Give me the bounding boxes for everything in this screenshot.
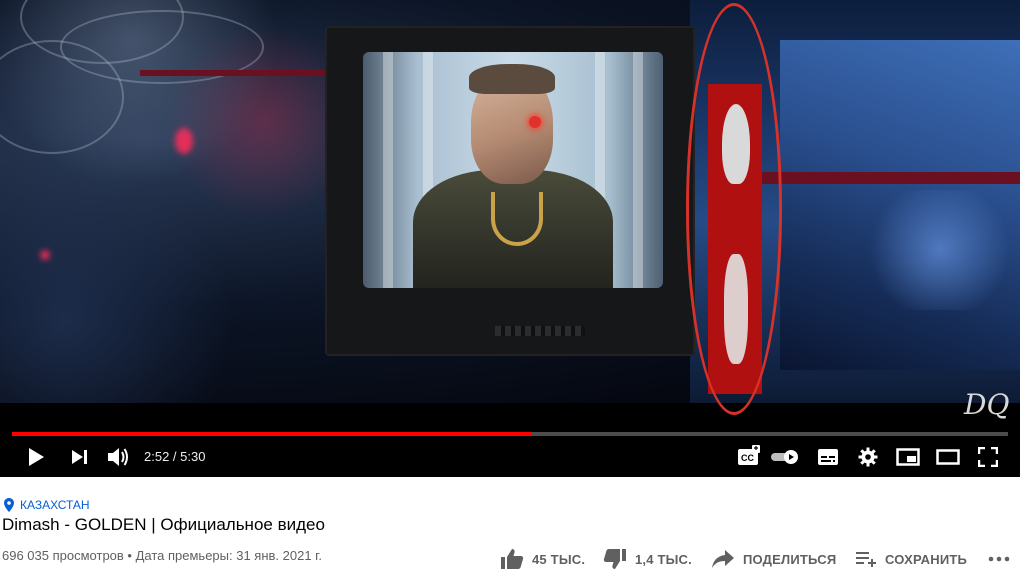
time-display: 2:52 / 5:30	[144, 436, 205, 477]
captions-settings-button[interactable]	[812, 436, 844, 477]
video-title: Dimash - GOLDEN | Официальное видео	[2, 515, 325, 534]
skip-next-icon	[72, 449, 87, 464]
theater-mode-icon	[936, 448, 960, 465]
play-button[interactable]	[20, 436, 52, 477]
thumbs-up-icon	[501, 549, 524, 569]
save-label: СОХРАНИТЬ	[885, 551, 968, 567]
video-player[interactable]: DQ 2:52 / 5:30 CC	[0, 0, 1020, 477]
subtitles-cc-icon: CC	[738, 444, 760, 465]
player-controls: 2:52 / 5:30 CC	[0, 436, 1020, 477]
video-frame[interactable]	[0, 0, 1020, 403]
volume-button[interactable]	[102, 436, 134, 477]
tv-light-column	[383, 52, 393, 288]
like-button[interactable]: 45 ТЫС.	[500, 545, 585, 573]
person-hair	[469, 64, 555, 94]
dislike-count: 1,4 ТЫС.	[635, 551, 692, 567]
video-light-glow	[860, 190, 1020, 310]
tv-light-column	[633, 52, 643, 288]
autoplay-toggle[interactable]	[766, 436, 804, 477]
meta-separator: •	[123, 548, 136, 563]
miniplayer-icon	[896, 447, 920, 466]
video-red-light	[40, 250, 50, 260]
tv-set	[325, 26, 695, 356]
time-separator: /	[169, 449, 181, 464]
dislike-button[interactable]: 1,4 ТЫС.	[603, 545, 692, 573]
video-meta: 696 035 просмотров • Дата премьеры: 31 я…	[2, 548, 322, 563]
settings-button[interactable]	[852, 436, 884, 477]
premiere-date: Дата премьеры: 31 янв. 2021 г.	[135, 548, 322, 563]
share-arrow-icon	[712, 550, 734, 568]
view-count: 696 035 просмотров	[2, 548, 124, 563]
theater-mode-button[interactable]	[932, 436, 964, 477]
subtitles-icon	[818, 448, 838, 465]
miniplayer-button[interactable]	[892, 436, 924, 477]
share-button[interactable]: ПОДЕЛИТЬСЯ	[711, 545, 836, 573]
fullscreen-icon	[978, 446, 998, 467]
person-cyber-eye	[529, 116, 541, 128]
share-label: ПОДЕЛИТЬСЯ	[743, 551, 837, 567]
playlist-add-icon	[856, 552, 876, 567]
location-label: КАЗАХСТАН	[20, 498, 90, 512]
svg-text:CC: CC	[741, 453, 754, 463]
person-gold-chain	[491, 192, 543, 246]
location-link[interactable]: КАЗАХСТАН	[4, 497, 90, 513]
next-button[interactable]	[64, 436, 96, 477]
fullscreen-button[interactable]	[972, 436, 1004, 477]
play-icon	[29, 447, 44, 466]
save-button[interactable]: СОХРАНИТЬ	[855, 545, 967, 573]
thumbs-down-icon	[603, 549, 626, 569]
more-horizontal-icon	[988, 556, 1010, 562]
subtitles-button[interactable]: CC	[734, 436, 766, 477]
video-red-bar	[140, 70, 330, 76]
tv-screen	[363, 52, 663, 288]
annotation-ellipse	[686, 3, 782, 415]
time-total: 5:30	[180, 449, 206, 464]
video-red-light	[175, 128, 193, 154]
video-red-bar	[760, 172, 1020, 184]
location-pin-icon	[4, 498, 14, 512]
time-current: 2:52	[144, 449, 170, 464]
gear-icon	[858, 447, 878, 466]
like-count: 45 ТЫС.	[532, 551, 586, 567]
tv-vent	[495, 326, 585, 336]
volume-icon	[108, 447, 128, 466]
more-actions-button[interactable]	[988, 545, 1010, 573]
channel-watermark[interactable]: DQ	[964, 388, 1009, 422]
autoplay-toggle-icon	[771, 449, 798, 464]
